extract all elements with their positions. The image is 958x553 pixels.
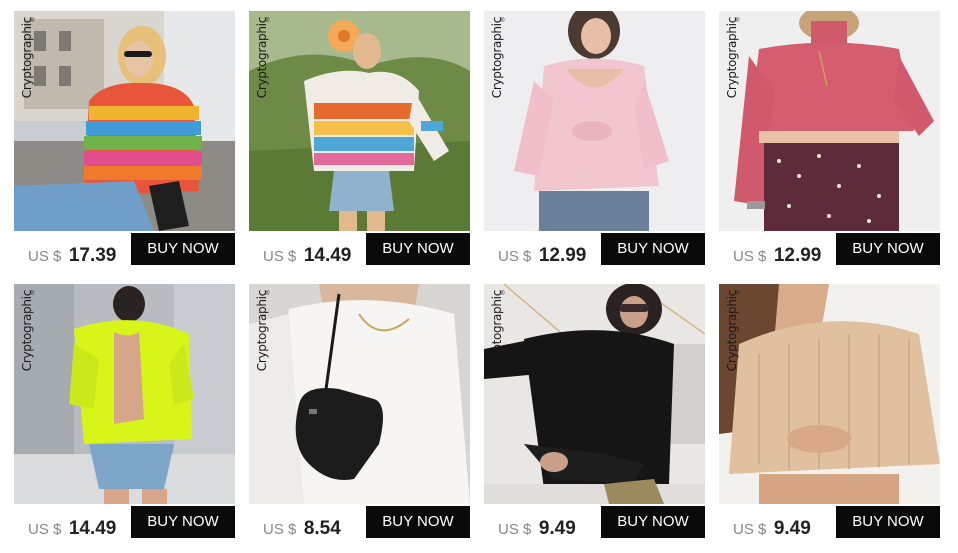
registered-mark: ® <box>500 18 505 24</box>
brand-label: Cryptographic <box>725 17 739 99</box>
product-card[interactable]: Cryptographic ® US $ 17.39 BUY NOW <box>14 11 235 267</box>
brand-label: Cryptographic <box>725 290 739 372</box>
currency-label: US $ <box>263 248 297 265</box>
brand-label: Cryptographic <box>255 17 269 99</box>
currency-label: US $ <box>733 521 767 538</box>
product-card[interactable]: Cryptographic ® US $ 9.49 BUY NOW <box>719 284 940 540</box>
currency-label: US $ <box>28 521 62 538</box>
brand-watermark: Cryptographic ® <box>723 17 740 112</box>
brand-watermark: Cryptographic ® <box>488 290 505 385</box>
brand-label: Cryptographic <box>20 17 34 99</box>
product-image[interactable]: Cryptographic ® <box>14 284 235 504</box>
product-grid: Cryptographic ® US $ 17.39 BUY NOW Crypt… <box>0 0 958 553</box>
product-price: US $ 14.49 <box>263 243 351 269</box>
price-amount: 12.99 <box>538 245 587 266</box>
brand-label: Cryptographic <box>20 290 34 372</box>
registered-mark: ® <box>735 18 740 24</box>
product-card[interactable]: Cryptographic ® US $ 14.49 BUY NOW <box>14 284 235 540</box>
product-image[interactable]: Cryptographic ® <box>249 11 470 231</box>
price-amount: 14.49 <box>303 245 352 266</box>
price-amount: 17.39 <box>68 245 117 266</box>
product-price: US $ 9.49 <box>733 516 811 542</box>
product-card[interactable]: Cryptographic ® US $ 12.99 BUY NOW <box>484 11 705 267</box>
product-price: US $ 9.49 <box>498 516 576 542</box>
brand-watermark: Cryptographic ® <box>723 290 740 385</box>
buy-now-button[interactable]: BUY NOW <box>836 506 940 538</box>
buy-now-button[interactable]: BUY NOW <box>601 506 705 538</box>
product-price: US $ 12.99 <box>733 243 821 269</box>
buy-now-button[interactable]: BUY NOW <box>366 506 470 538</box>
product-image[interactable]: Cryptographic ® <box>14 11 235 231</box>
brand-label: Cryptographic <box>490 17 504 99</box>
price-amount: 9.49 <box>773 518 811 539</box>
brand-watermark: Cryptographic ® <box>488 17 505 112</box>
currency-label: US $ <box>498 521 532 538</box>
brand-label: Cryptographic <box>490 290 504 372</box>
buy-now-button[interactable]: BUY NOW <box>836 233 940 265</box>
currency-label: US $ <box>498 248 532 265</box>
brand-label: Cryptographic <box>255 290 269 372</box>
currency-label: US $ <box>263 521 297 538</box>
registered-mark: ® <box>265 291 270 297</box>
brand-watermark: Cryptographic ® <box>253 290 270 385</box>
product-image[interactable]: Cryptographic ® <box>249 284 470 504</box>
product-image[interactable]: Cryptographic ® <box>719 11 940 231</box>
product-price: US $ 12.99 <box>498 243 586 269</box>
buy-now-button[interactable]: BUY NOW <box>131 233 235 265</box>
brand-watermark: Cryptographic ® <box>253 17 270 112</box>
buy-now-button[interactable]: BUY NOW <box>131 506 235 538</box>
product-image[interactable]: Cryptographic ® <box>484 11 705 231</box>
product-card[interactable]: Cryptographic ® US $ 12.99 BUY NOW <box>719 11 940 267</box>
registered-mark: ® <box>30 18 35 24</box>
brand-watermark: Cryptographic ® <box>18 17 35 112</box>
registered-mark: ® <box>30 291 35 297</box>
price-amount: 14.49 <box>68 518 117 539</box>
brand-watermark: Cryptographic ® <box>18 290 35 385</box>
price-amount: 9.49 <box>538 518 576 539</box>
buy-now-button[interactable]: BUY NOW <box>366 233 470 265</box>
price-amount: 12.99 <box>773 245 822 266</box>
price-amount: 8.54 <box>303 518 341 539</box>
product-price: US $ 14.49 <box>28 516 116 542</box>
product-price: US $ 8.54 <box>263 516 341 542</box>
product-price: US $ 17.39 <box>28 243 116 269</box>
product-card[interactable]: Cryptographic ® US $ 9.49 BUY NOW <box>484 284 705 540</box>
product-card[interactable]: Cryptographic ® US $ 8.54 BUY NOW <box>249 284 470 540</box>
currency-label: US $ <box>28 248 62 265</box>
currency-label: US $ <box>733 248 767 265</box>
registered-mark: ® <box>500 291 505 297</box>
registered-mark: ® <box>265 18 270 24</box>
product-image[interactable]: Cryptographic ® <box>719 284 940 504</box>
product-image[interactable]: Cryptographic ® <box>484 284 705 504</box>
buy-now-button[interactable]: BUY NOW <box>601 233 705 265</box>
product-card[interactable]: Cryptographic ® US $ 14.49 BUY NOW <box>249 11 470 267</box>
registered-mark: ® <box>735 291 740 297</box>
